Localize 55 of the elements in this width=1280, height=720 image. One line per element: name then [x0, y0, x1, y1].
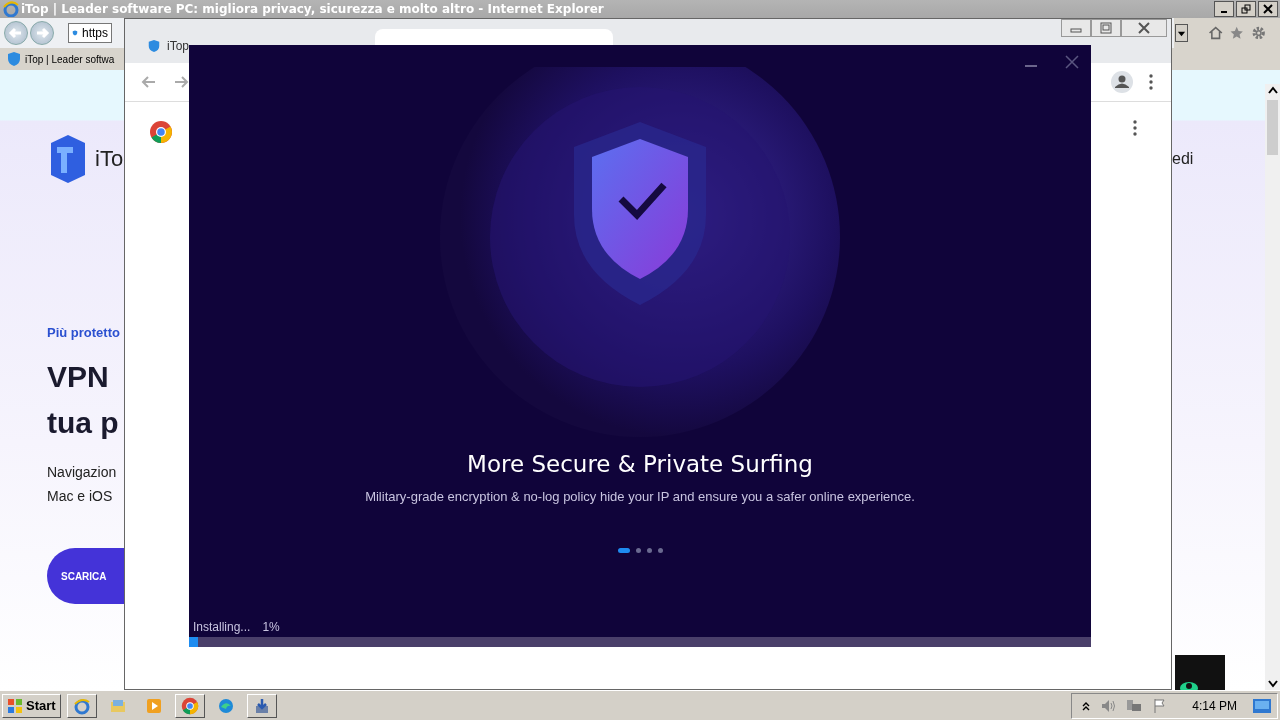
- chrome-logo-icon: [149, 120, 173, 144]
- installer-taskbar-icon[interactable]: [246, 693, 277, 718]
- browser-tab[interactable]: iTop: [137, 29, 189, 63]
- address-field[interactable]: https: [68, 23, 112, 43]
- logo-icon: [51, 135, 85, 183]
- start-button[interactable]: Start: [2, 693, 61, 718]
- windows-logo-icon: [7, 697, 23, 714]
- restore-button[interactable]: [1236, 1, 1256, 17]
- minimize-button[interactable]: [1214, 1, 1234, 17]
- close-button[interactable]: [1258, 1, 1278, 17]
- forward-button[interactable]: [30, 21, 54, 45]
- menu-icon[interactable]: [1149, 74, 1153, 90]
- install-status: Installing...: [193, 620, 251, 634]
- install-percent: 1%: [262, 620, 280, 634]
- profile-icon[interactable]: [1111, 71, 1133, 93]
- slide-text: Military-grade encryption & no-log policy hide your IP and ensure you a safer online experience.: [365, 489, 915, 504]
- clock[interactable]: 4:14 PM: [1192, 698, 1237, 713]
- browser-taskbar-icon[interactable]: [66, 693, 97, 718]
- menu-icon[interactable]: [1133, 120, 1137, 136]
- restore-icon: [1241, 4, 1251, 14]
- browser-logo-icon: [3, 1, 19, 17]
- slide-indicator[interactable]: [657, 548, 663, 553]
- forward-icon[interactable]: [173, 74, 189, 90]
- close-icon: [1138, 22, 1150, 34]
- shield-icon: [6, 51, 22, 67]
- scroll-up-icon[interactable]: [1267, 86, 1278, 94]
- scroll-thumb[interactable]: [1267, 100, 1278, 155]
- download-button[interactable]: SCARICA: [47, 548, 124, 604]
- shield-icon: [147, 38, 161, 54]
- window-title: iTop | Leader software PC: migliora privacy, sicurezza e molto altro - Internet Explorer: [21, 2, 604, 16]
- slide-title: More Secure & Private Surfing: [467, 451, 813, 477]
- chrome-taskbar-icon[interactable]: [174, 693, 205, 718]
- page-description: Navigazion Mac e iOS: [47, 463, 118, 506]
- dropdown-button[interactable]: [1175, 24, 1188, 42]
- slide-indicator[interactable]: [617, 548, 630, 553]
- page-headline: VPN tua p: [47, 359, 120, 441]
- back-button[interactable]: [4, 21, 28, 45]
- slide-indicator[interactable]: [635, 548, 641, 553]
- show-desktop-icon[interactable]: [1253, 698, 1271, 713]
- minimize-icon: [1221, 11, 1227, 13]
- close-icon: [1263, 4, 1273, 14]
- minimize-icon: [1025, 65, 1037, 67]
- scroll-down-icon[interactable]: [1267, 680, 1278, 688]
- maximize-button[interactable]: [1091, 19, 1121, 37]
- logo-text: iTo: [95, 146, 124, 172]
- page-eyebrow: Più protetto: [47, 325, 121, 340]
- page-tab[interactable]: iTop | Leader softwa: [6, 51, 115, 67]
- slide-indicator[interactable]: [646, 548, 652, 553]
- back-icon[interactable]: [141, 74, 157, 90]
- show-hidden-icons-icon[interactable]: [1082, 700, 1091, 711]
- network-icon[interactable]: [1126, 697, 1143, 714]
- close-icon: [1065, 55, 1079, 69]
- close-button[interactable]: [1121, 19, 1167, 37]
- maximize-icon: [1100, 22, 1112, 34]
- page-text: edi: [1172, 150, 1194, 168]
